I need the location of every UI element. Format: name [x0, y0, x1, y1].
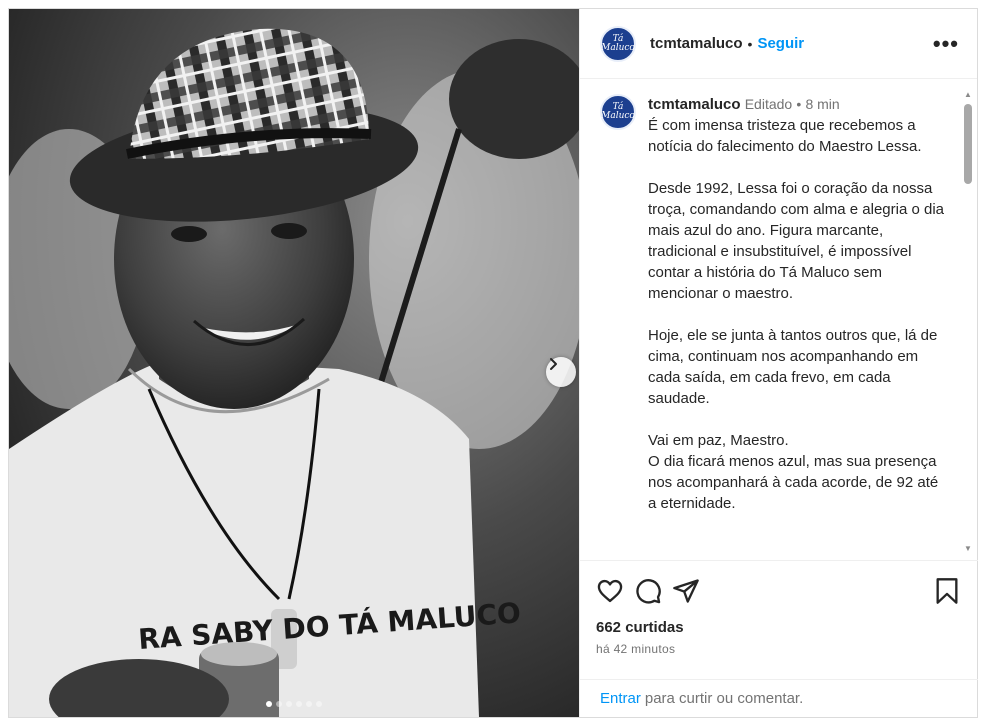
- heart-icon: [597, 579, 623, 603]
- comment-button[interactable]: [634, 575, 672, 607]
- like-button[interactable]: [596, 575, 634, 607]
- post-sidebar: Tá Maluco tcmtamaluco • Seguir ••• Tá Ma…: [579, 9, 978, 717]
- comment-prompt-text: para curtir ou comentar.: [644, 690, 804, 707]
- avatar[interactable]: Tá Maluco: [600, 94, 636, 130]
- post-timestamp[interactable]: há 42 minutos: [596, 642, 962, 656]
- comment-icon: [636, 579, 661, 604]
- caption-username[interactable]: tcmtamaluco: [648, 96, 741, 113]
- carousel-dot: [266, 701, 272, 707]
- login-link[interactable]: Entrar: [600, 690, 641, 707]
- follow-button[interactable]: Seguir: [757, 35, 804, 52]
- scroll-down-arrow-icon[interactable]: ▼: [963, 544, 973, 554]
- caption-body: tcmtamaluco Editado • 8 min É com imensa…: [648, 94, 948, 535]
- caption-paragraph: É com imensa tristeza que recebemos a no…: [648, 117, 922, 155]
- carousel-dot: [276, 701, 282, 707]
- post-image: RA SABY DO TÁ MALUCO: [9, 9, 579, 717]
- avatar-logo-text: Tá Maluco: [601, 102, 635, 121]
- avatar-logo-text: Tá Maluco: [601, 33, 635, 53]
- edited-label: Editado: [744, 96, 793, 112]
- save-button[interactable]: [934, 575, 962, 607]
- carousel-dots: [9, 701, 579, 707]
- header-separator: •: [747, 35, 753, 52]
- caption: Tá Maluco tcmtamaluco Editado • 8 min É …: [580, 80, 978, 535]
- action-icons: [596, 573, 962, 609]
- carousel-dot: [296, 701, 302, 707]
- bookmark-icon: [936, 578, 958, 604]
- share-button[interactable]: [672, 575, 710, 607]
- like-count[interactable]: 662 curtidas: [596, 619, 962, 636]
- header-username[interactable]: tcmtamaluco: [650, 35, 743, 52]
- caption-paragraph: Vai em paz, Maestro. O dia ficará menos …: [648, 432, 939, 512]
- caption-scroll-area[interactable]: Tá Maluco tcmtamaluco Editado • 8 min É …: [580, 80, 978, 560]
- more-options-button[interactable]: •••: [933, 31, 959, 57]
- caption-paragraph: Desde 1992, Lessa foi o coração da nossa…: [648, 180, 945, 302]
- post-header: Tá Maluco tcmtamaluco • Seguir •••: [580, 9, 977, 79]
- caption-paragraph: Hoje, ele se junta à tantos outros que, …: [648, 327, 938, 407]
- meta-separator: •: [796, 96, 802, 112]
- caption-scrollbar[interactable]: ▲ ▼: [963, 90, 973, 554]
- scroll-up-arrow-icon[interactable]: ▲: [963, 90, 973, 100]
- carousel-dot: [306, 701, 312, 707]
- chevron-right-icon: [550, 358, 557, 370]
- avatar[interactable]: Tá Maluco: [600, 25, 636, 62]
- comment-prompt-bar: Entrar para curtir ou comentar.: [580, 679, 978, 717]
- post-photo[interactable]: RA SABY DO TÁ MALUCO: [9, 9, 579, 717]
- post-actions: 662 curtidas há 42 minutos: [580, 560, 978, 680]
- scrollbar-thumb[interactable]: [964, 104, 972, 184]
- carousel-dot: [286, 701, 292, 707]
- carousel-dot: [316, 701, 322, 707]
- next-slide-button[interactable]: [546, 357, 576, 387]
- share-icon: [673, 579, 699, 603]
- posted-ago[interactable]: 8 min: [805, 96, 839, 112]
